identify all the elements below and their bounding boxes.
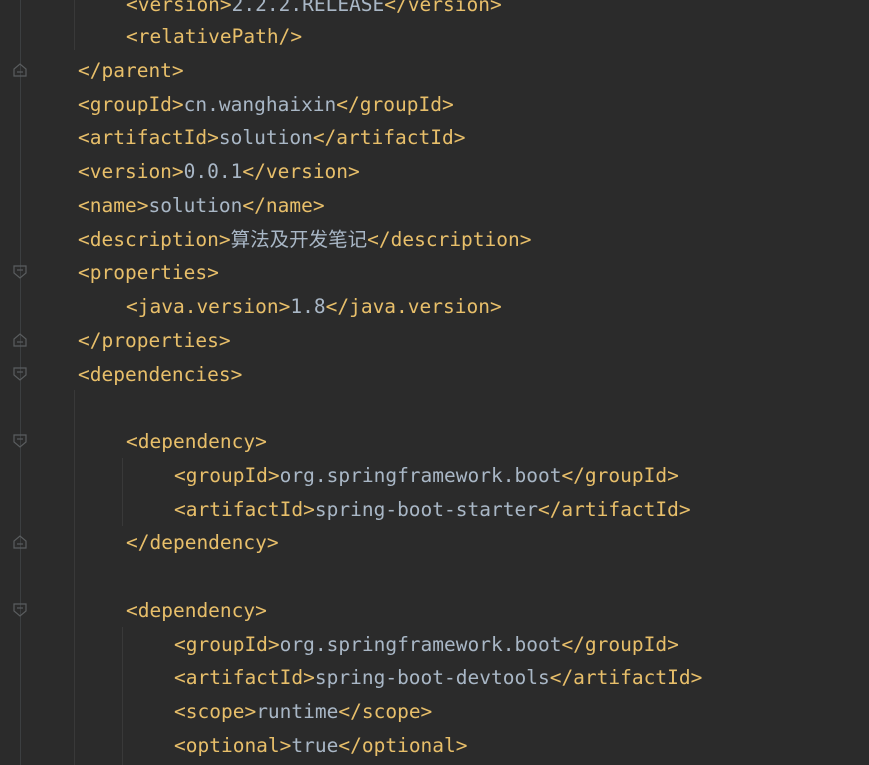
indent-guide bbox=[122, 458, 123, 526]
code-line[interactable]: <artifactId>spring-boot-devtools</artifa… bbox=[174, 661, 702, 695]
gutter-divider bbox=[20, 0, 21, 765]
xml-tag: <name> bbox=[78, 194, 149, 217]
xml-tag: <dependencies> bbox=[78, 363, 243, 386]
xml-tag: </artifactId> bbox=[537, 498, 691, 521]
fold-end-icon[interactable] bbox=[12, 62, 28, 78]
xml-tag: </scope> bbox=[338, 700, 433, 723]
xml-tag: <dependency> bbox=[126, 430, 267, 453]
xml-tag: </version> bbox=[242, 160, 360, 183]
xml-tag: </artifactId> bbox=[312, 126, 466, 149]
code-line[interactable]: <dependency> bbox=[126, 594, 267, 628]
code-line[interactable]: <version>0.0.1</version> bbox=[78, 155, 360, 189]
xml-tag: <version> bbox=[78, 160, 184, 183]
xml-value: true bbox=[291, 734, 339, 757]
xml-value: runtime bbox=[256, 700, 339, 723]
xml-tag: <groupId> bbox=[78, 93, 184, 116]
xml-value: 算法及开发笔记 bbox=[230, 228, 368, 251]
code-line[interactable]: <artifactId>spring-boot-starter</artifac… bbox=[174, 493, 691, 527]
code-line[interactable]: </dependency> bbox=[126, 526, 279, 560]
xml-tag: <relativePath/> bbox=[126, 25, 303, 48]
xml-tag: </artifactId> bbox=[549, 666, 703, 689]
xml-tag: <properties> bbox=[78, 261, 219, 284]
xml-tag: </java.version> bbox=[325, 295, 502, 318]
xml-tag: <description> bbox=[78, 228, 231, 251]
code-line[interactable]: <properties> bbox=[78, 256, 219, 290]
fold-start-icon[interactable] bbox=[12, 433, 28, 449]
xml-value: 2.2.2.RELEASE bbox=[231, 0, 385, 16]
code-line[interactable]: <optional>true</optional> bbox=[174, 729, 468, 763]
code-editor[interactable]: <version>2.2.2.RELEASE</version> <relati… bbox=[0, 0, 869, 765]
xml-tag: </optional> bbox=[338, 734, 468, 757]
xml-tag: </properties> bbox=[78, 329, 231, 352]
code-line[interactable]: <groupId>org.springframework.boot</group… bbox=[174, 459, 679, 493]
indent-guide bbox=[74, 390, 75, 765]
code-line[interactable]: <description>算法及开发笔记</description> bbox=[78, 223, 532, 257]
code-line[interactable]: <version>2.2.2.RELEASE</version> bbox=[126, 0, 502, 22]
fold-start-icon[interactable] bbox=[12, 264, 28, 280]
code-line[interactable]: <dependency> bbox=[126, 425, 267, 459]
fold-start-icon[interactable] bbox=[12, 366, 28, 382]
xml-tag: </groupId> bbox=[561, 464, 679, 487]
code-line[interactable]: <scope>runtime</scope> bbox=[174, 695, 432, 729]
editor-gutter bbox=[0, 0, 44, 765]
code-line[interactable]: <relativePath/> bbox=[126, 20, 302, 54]
xml-tag: <java.version> bbox=[126, 295, 291, 318]
code-line[interactable]: </parent> bbox=[78, 54, 184, 88]
xml-tag: </name> bbox=[242, 194, 325, 217]
code-line[interactable]: <groupId>cn.wanghaixin</groupId> bbox=[78, 88, 454, 122]
code-line[interactable]: <java.version>1.8</java.version> bbox=[126, 290, 502, 324]
xml-value: cn.wanghaixin bbox=[183, 93, 337, 116]
xml-value: spring-boot-starter bbox=[314, 498, 538, 521]
xml-tag: <artifactId> bbox=[78, 126, 219, 149]
xml-tag: <artifactId> bbox=[174, 666, 315, 689]
xml-tag: <scope> bbox=[174, 700, 257, 723]
xml-value: solution bbox=[148, 194, 243, 217]
xml-tag: <version> bbox=[126, 0, 232, 16]
xml-value: solution bbox=[218, 126, 313, 149]
code-line[interactable]: </properties> bbox=[78, 324, 231, 358]
xml-tag: <dependency> bbox=[126, 599, 267, 622]
code-line[interactable]: <groupId>org.springframework.boot</group… bbox=[174, 628, 679, 662]
xml-value: 1.8 bbox=[290, 295, 326, 318]
xml-tag: </description> bbox=[367, 228, 532, 251]
xml-tag: </parent> bbox=[78, 59, 184, 82]
fold-start-icon[interactable] bbox=[12, 602, 28, 618]
xml-value: spring-boot-devtools bbox=[314, 666, 550, 689]
xml-tag: </dependency> bbox=[126, 531, 279, 554]
xml-tag: </version> bbox=[384, 0, 502, 16]
code-line[interactable]: <dependencies> bbox=[78, 358, 242, 392]
xml-value: org.springframework.boot bbox=[279, 464, 562, 487]
xml-tag: <optional> bbox=[174, 734, 292, 757]
fold-end-icon[interactable] bbox=[12, 332, 28, 348]
fold-end-icon[interactable] bbox=[12, 534, 28, 550]
code-line[interactable]: <name>solution</name> bbox=[78, 189, 325, 223]
xml-value: org.springframework.boot bbox=[279, 633, 562, 656]
xml-tag: <groupId> bbox=[174, 633, 280, 656]
xml-tag: </groupId> bbox=[561, 633, 679, 656]
xml-tag: <artifactId> bbox=[174, 498, 315, 521]
indent-guide bbox=[74, 0, 75, 50]
xml-value: 0.0.1 bbox=[183, 160, 243, 183]
xml-tag: <groupId> bbox=[174, 464, 280, 487]
indent-guide bbox=[122, 627, 123, 765]
code-line[interactable]: <artifactId>solution</artifactId> bbox=[78, 121, 465, 155]
xml-tag: </groupId> bbox=[336, 93, 454, 116]
